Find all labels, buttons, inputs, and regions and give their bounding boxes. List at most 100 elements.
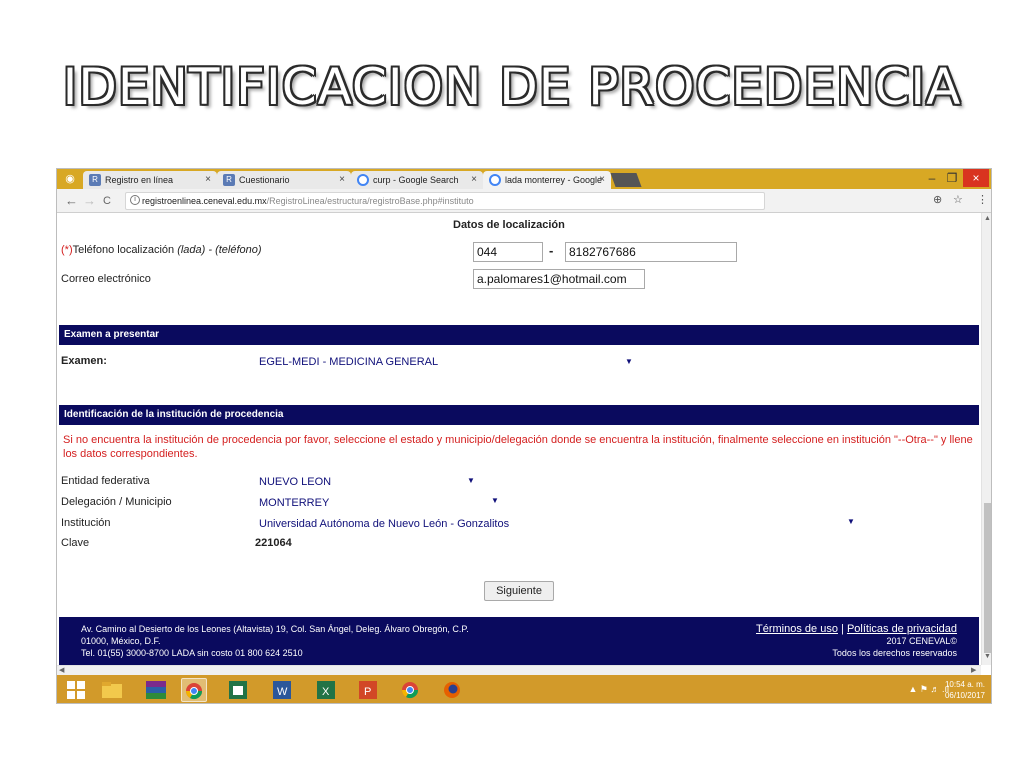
municipio-select[interactable]: MONTERREY <box>259 497 329 509</box>
slide-title: IDENTIFICACION DE PROCEDENCIA <box>62 58 962 116</box>
scrollbar-thumb[interactable] <box>984 503 991 653</box>
phone-separator: - <box>549 243 554 258</box>
clock-time: 10:54 a. m. <box>944 680 985 689</box>
tab-label: Registro en línea <box>105 175 174 185</box>
footer-address: Av. Camino al Desierto de los Leones (Al… <box>81 623 469 659</box>
chrome-user-icon[interactable] <box>181 678 207 702</box>
vertical-scrollbar[interactable]: ▲ ▼ <box>981 213 991 665</box>
footer-links: Términos de uso | Políticas de privacida… <box>756 623 957 635</box>
address-line: Tel. 01(55) 3000-8700 LADA sin costo 01 … <box>81 648 303 658</box>
file-explorer-icon[interactable] <box>99 678 125 702</box>
email-input[interactable]: a.palomares1@hotmail.com <box>473 269 645 289</box>
registro-icon: R <box>89 174 101 186</box>
address-line: Av. Camino al Desierto de los Leones (Al… <box>81 624 469 634</box>
privacy-link[interactable]: Políticas de privacidad <box>847 623 957 635</box>
phone-number-input[interactable]: 8182767686 <box>565 242 737 262</box>
horizontal-scrollbar[interactable]: ◀ ▶ <box>57 665 981 675</box>
clock-date: 06/10/2017 <box>944 691 985 700</box>
close-tab-icon[interactable]: × <box>599 171 605 189</box>
scroll-right-icon[interactable]: ▶ <box>971 666 976 674</box>
menu-icon[interactable]: ⋮ <box>977 193 988 206</box>
institucion-section-header: Identificación de la institución de proc… <box>59 405 979 425</box>
google-icon <box>357 174 369 186</box>
new-tab-button[interactable] <box>610 173 642 187</box>
taskbar-clock[interactable]: 10:54 a. m. 06/10/2017 <box>945 679 985 701</box>
page-content: Datos de localización (*)Teléfono locali… <box>57 213 981 613</box>
windows-taskbar: W X P ▲ ⚑ ♬ .ıl 10:54 a. m. 06/10/2017 <box>57 675 991 703</box>
close-tab-icon[interactable]: × <box>471 171 477 189</box>
tab-curp-search[interactable]: curp - Google Search × <box>351 171 483 189</box>
powerpoint-icon[interactable]: P <box>355 678 381 702</box>
examen-select[interactable]: EGEL-MEDI - MEDICINA GENERAL <box>259 356 438 368</box>
address-path: /RegistroLinea/estructura/registroBase.p… <box>266 196 474 206</box>
localizacion-title: Datos de localización <box>453 219 565 231</box>
page-footer: Av. Camino al Desierto de los Leones (Al… <box>59 617 979 665</box>
svg-text:X: X <box>322 686 330 698</box>
chevron-down-icon[interactable]: ▼ <box>467 476 475 485</box>
back-icon[interactable]: ← <box>65 193 78 209</box>
info-icon[interactable]: i <box>130 195 140 205</box>
tab-lada-search[interactable]: lada monterrey - Google × <box>483 171 611 189</box>
examen-section-header: Examen a presentar <box>59 325 979 345</box>
chevron-down-icon[interactable]: ▼ <box>847 517 855 526</box>
tab-registro[interactable]: R Registro en línea × <box>83 171 217 189</box>
tab-bar: ◉ R Registro en línea × R Cuestionario ×… <box>57 169 991 189</box>
phone-label: (*)Teléfono localización (lada) - (teléf… <box>61 244 262 256</box>
chrome-icon[interactable] <box>397 678 423 702</box>
excel-icon[interactable]: X <box>313 678 339 702</box>
email-label: Correo electrónico <box>61 273 151 285</box>
terms-link[interactable]: Términos de uso <box>756 623 838 635</box>
svg-text:W: W <box>277 686 288 698</box>
institucion-select[interactable]: Universidad Autónoma de Nuevo León - Gon… <box>259 518 509 530</box>
project-icon[interactable] <box>225 678 251 702</box>
maximize-button[interactable]: ❐ <box>939 169 965 187</box>
close-tab-icon[interactable]: × <box>205 171 211 189</box>
google-icon <box>489 174 501 186</box>
municipio-label: Delegación / Municipio <box>61 496 172 508</box>
winrar-icon[interactable] <box>143 678 169 702</box>
close-tab-icon[interactable]: × <box>339 171 345 189</box>
rights-text: Todos los derechos reservados <box>832 648 957 658</box>
address-line: 01000, México, D.F. <box>81 636 161 646</box>
registro-icon: R <box>223 174 235 186</box>
chevron-down-icon[interactable]: ▼ <box>625 357 633 366</box>
tab-label: lada monterrey - Google <box>505 175 603 185</box>
chevron-down-icon[interactable]: ▼ <box>491 496 499 505</box>
forward-icon[interactable]: → <box>83 193 96 209</box>
siguiente-button[interactable]: Siguiente <box>484 581 554 601</box>
copyright-text: 2017 CENEVAL© <box>886 636 957 646</box>
address-host: registroenlinea.ceneval.edu.mx <box>142 196 267 206</box>
browser-screenshot: ◉ R Registro en línea × R Cuestionario ×… <box>56 168 992 704</box>
firefox-icon[interactable] <box>439 678 465 702</box>
reload-icon[interactable]: C <box>103 193 111 209</box>
bookmark-star-icon[interactable]: ☆ <box>953 193 963 206</box>
incognito-icon: ◉ <box>65 173 75 185</box>
clave-value: 221064 <box>255 537 292 549</box>
link-separator: | <box>841 623 844 635</box>
system-tray[interactable]: ▲ ⚑ ♬ .ıl <box>909 684 949 695</box>
institucion-label: Institución <box>61 517 111 529</box>
tab-cuestionario[interactable]: R Cuestionario × <box>217 171 351 189</box>
tab-label: curp - Google Search <box>373 175 459 185</box>
entidad-select[interactable]: NUEVO LEON <box>259 476 331 488</box>
svg-text:P: P <box>364 686 371 698</box>
phone-lada-input[interactable]: 044 <box>473 242 543 262</box>
scroll-left-icon[interactable]: ◀ <box>59 666 64 674</box>
scroll-down-icon[interactable]: ▼ <box>984 653 991 660</box>
examen-label: Examen: <box>61 355 107 367</box>
word-icon[interactable]: W <box>269 678 295 702</box>
windows-start-icon[interactable] <box>63 678 89 702</box>
phone-label-main: Teléfono localización <box>72 244 175 256</box>
close-window-button[interactable]: × <box>963 169 989 187</box>
footer-copyright: 2017 CENEVAL© Todos los derechos reserva… <box>832 635 957 659</box>
institucion-warning: Si no encuentra la institución de proced… <box>63 434 973 460</box>
clave-label: Clave <box>61 537 90 549</box>
scroll-up-icon[interactable]: ▲ <box>984 215 991 222</box>
entidad-label: Entidad federativa <box>61 475 150 487</box>
browser-toolbar: ← → C i registroenlinea.ceneval.edu.mx/R… <box>57 189 991 213</box>
phone-label-format: (lada) - (teléfono) <box>177 244 262 256</box>
tab-label: Cuestionario <box>239 175 290 185</box>
address-bar[interactable]: i registroenlinea.ceneval.edu.mx/Registr… <box>125 192 765 210</box>
required-marker: (*) <box>61 244 73 256</box>
zoom-icon[interactable]: ⊕ <box>933 193 942 206</box>
